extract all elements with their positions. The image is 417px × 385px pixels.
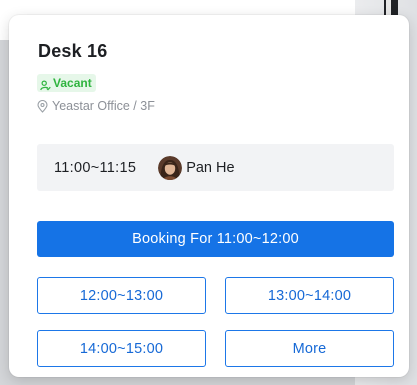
location-pin-icon xyxy=(37,99,48,113)
slot-button-1[interactable]: 12:00~13:00 xyxy=(37,277,206,314)
slot-button-2[interactable]: 13:00~14:00 xyxy=(225,277,394,314)
slot-button-3[interactable]: 14:00~15:00 xyxy=(37,330,206,367)
desk-popover-card: Desk 16 Vacant Yeastar Office / 3F 11:00… xyxy=(9,15,409,377)
more-slots-button[interactable]: More xyxy=(225,330,394,367)
booker-name: Pan He xyxy=(186,159,235,176)
book-now-button[interactable]: Booking For 11:00~12:00 xyxy=(37,221,394,257)
desk-location: Yeastar Office / 3F xyxy=(37,99,155,113)
desk-title: Desk 16 xyxy=(38,41,108,61)
avatar xyxy=(158,155,183,180)
status-badge: Vacant xyxy=(37,74,96,92)
location-text: Yeastar Office / 3F xyxy=(52,99,155,113)
person-check-icon xyxy=(40,78,51,90)
status-label: Vacant xyxy=(53,76,92,90)
booking-time: 11:00~11:15 xyxy=(54,159,137,176)
current-booking-row: 11:00~11:15 Pan He xyxy=(37,144,394,191)
